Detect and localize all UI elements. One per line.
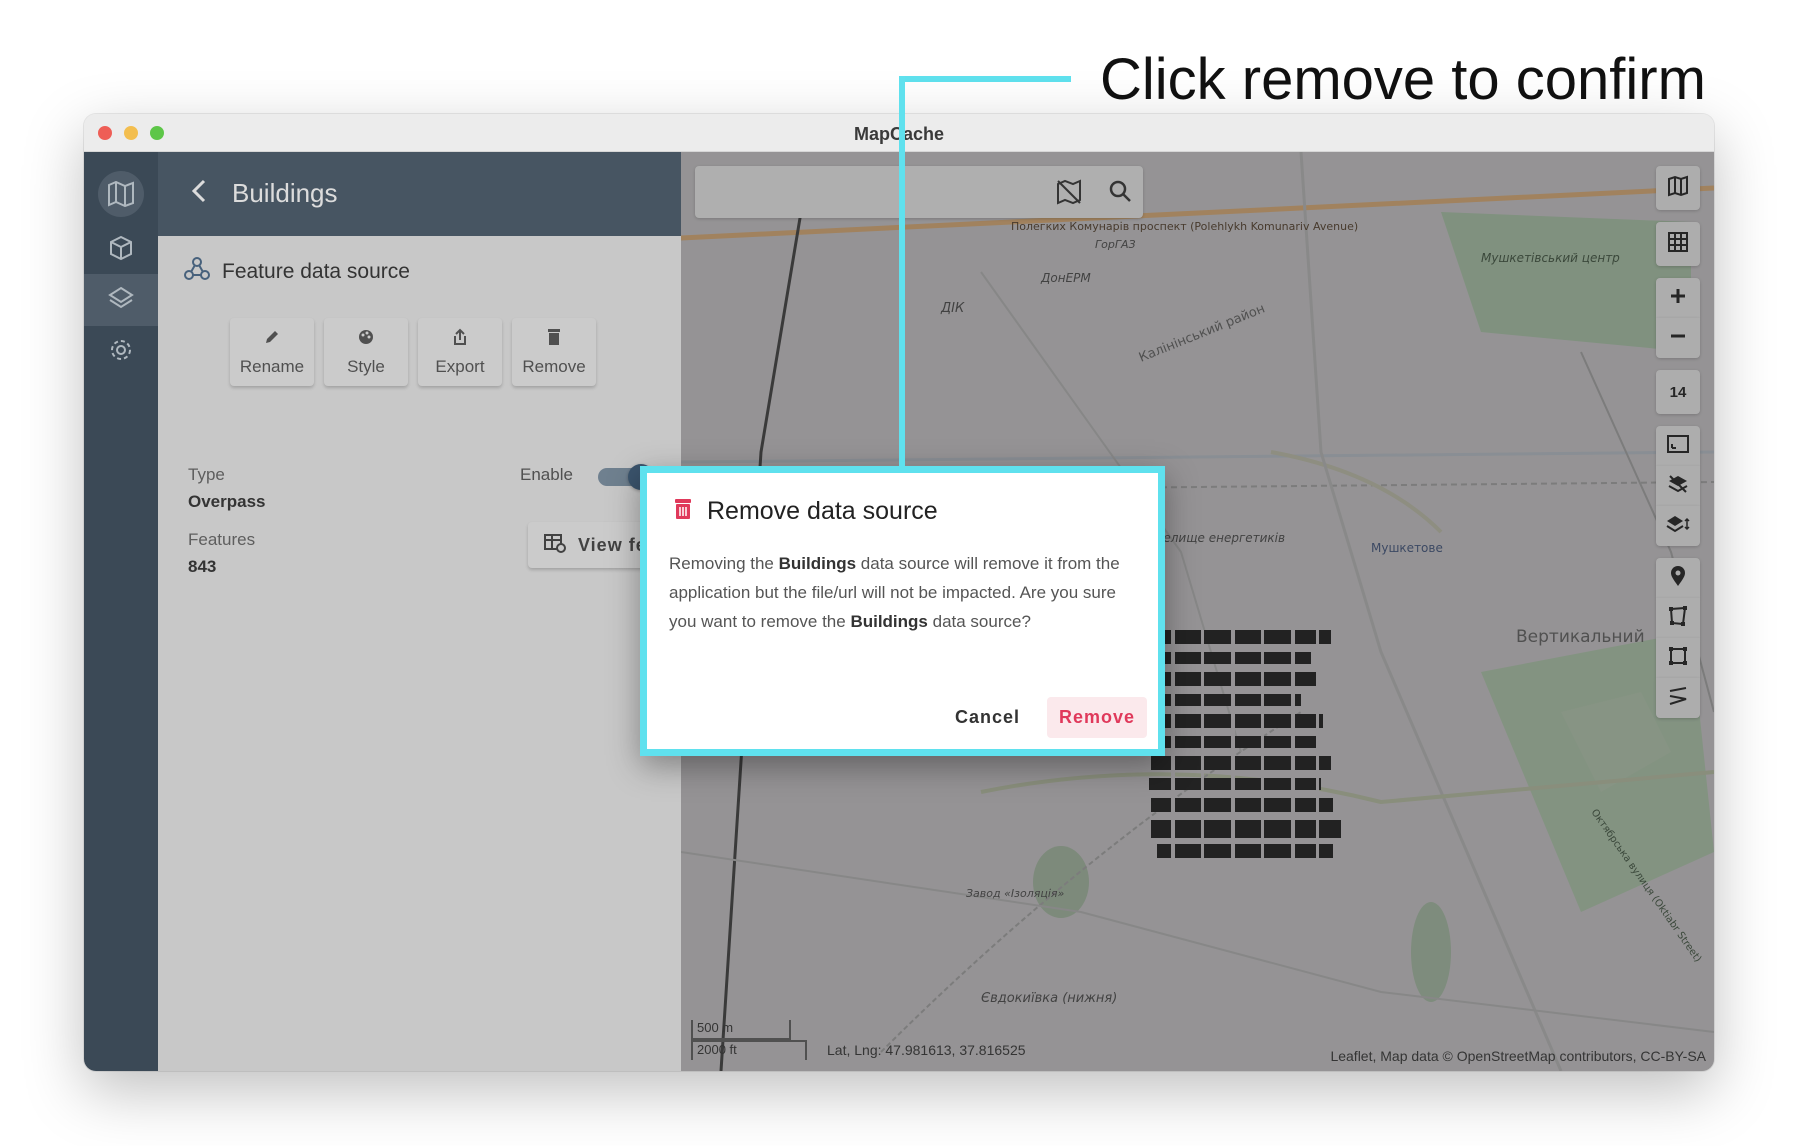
map-attribution[interactable]: Leaflet, Map data © OpenStreetMap contri… (1330, 1048, 1706, 1064)
grid-icon (1667, 231, 1689, 258)
remove-button[interactable]: Remove (512, 318, 596, 386)
dialog-title: Remove data source (707, 497, 938, 525)
type-label: Type (188, 465, 225, 484)
fit-extent-button[interactable] (1656, 426, 1700, 466)
dialog-header: Remove data source (673, 497, 938, 526)
data-source-panel: Buildings Feature data source Rename Sty… (158, 152, 718, 1071)
back-button[interactable] (184, 176, 214, 210)
enable-label: Enable (520, 465, 573, 484)
data-source-type-row: Feature data source (184, 256, 410, 287)
svg-text:ДонЕРМ: ДонЕРМ (1040, 271, 1091, 285)
draw-rectangle-button[interactable] (1656, 638, 1700, 678)
svg-text:Мушкетове: Мушкетове (1371, 541, 1443, 555)
type-value: Overpass (188, 492, 266, 511)
layers-sort-icon (1666, 513, 1690, 540)
export-button[interactable]: Export (418, 318, 502, 386)
data-source-type-label: Feature data source (222, 259, 410, 283)
map-search-bar[interactable] (695, 166, 1143, 218)
svg-text:Євдокиївка (нижня): Євдокиївка (нижня) (981, 991, 1117, 1006)
gear-icon (108, 337, 134, 368)
chevron-left-icon (191, 179, 207, 208)
svg-text:Селище енергетиків: Селище енергетиків (1155, 531, 1285, 545)
rectangle-icon (1667, 645, 1689, 672)
layers-icon (108, 285, 134, 316)
export-icon (451, 328, 469, 351)
extent-icon (1667, 434, 1689, 458)
map-off-icon[interactable] (1055, 178, 1083, 211)
draw-polygon-button[interactable] (1656, 598, 1700, 638)
map-scale: 500 m 2000 ft (691, 1020, 807, 1060)
rail-item-layers[interactable] (84, 274, 158, 326)
trash-icon (546, 328, 562, 351)
layers-off-icon (1667, 473, 1689, 500)
callout-line-vertical (899, 76, 905, 471)
map-icon (1667, 175, 1689, 202)
cancel-button[interactable]: Cancel (945, 699, 1030, 736)
scale-imperial: 2000 ft (691, 1040, 807, 1060)
palette-icon (357, 328, 375, 351)
annotation-caption: Click remove to confirm (1100, 47, 1706, 112)
rail-item-settings[interactable] (84, 326, 158, 378)
draw-point-button[interactable] (1656, 558, 1700, 598)
layer-order-button[interactable] (1656, 506, 1700, 546)
rail-item-projects[interactable] (84, 224, 158, 276)
map-label-street: Полегких Комунарів проспект (Polehlykh K… (1011, 220, 1358, 233)
panel-header: Buildings (158, 152, 681, 236)
zoom-out-button[interactable] (1656, 318, 1700, 358)
polyline-icon (1667, 685, 1689, 712)
svg-text:ДІК: ДІК (940, 301, 965, 316)
confirm-remove-button[interactable]: Remove (1047, 697, 1148, 738)
remove-data-source-dialog: Remove data source Removing the Building… (640, 466, 1165, 756)
grid-button[interactable] (1656, 222, 1700, 266)
draw-line-button[interactable] (1656, 678, 1700, 718)
style-label: Style (347, 356, 385, 376)
zoom-level-value: 14 (1669, 383, 1687, 401)
nav-rail (84, 152, 158, 1071)
remove-label: Remove (522, 356, 586, 376)
action-buttons: Rename Style Export Remove (230, 318, 596, 386)
logo-icon (98, 171, 144, 217)
zoom-in-button[interactable] (1656, 278, 1700, 318)
cursor-coordinates: Lat, Lng: 47.981613, 37.816525 (827, 1042, 1026, 1058)
export-label: Export (435, 356, 485, 376)
svg-text:Завод «Ізоляція»: Завод «Ізоляція» (966, 887, 1065, 900)
app-logo[interactable] (84, 162, 158, 226)
pencil-icon (263, 328, 281, 351)
features-label: Features (188, 530, 256, 549)
hide-layers-button[interactable] (1656, 466, 1700, 506)
panel-title: Buildings (232, 178, 338, 208)
search-icon[interactable] (1107, 178, 1133, 209)
dialog-message: Removing the Buildings data source will … (669, 554, 1120, 631)
svg-text:Мушкетівський центр: Мушкетівський центр (1481, 251, 1620, 265)
style-button[interactable]: Style (324, 318, 408, 386)
features-count: 843 (188, 557, 217, 576)
table-eye-icon (544, 533, 566, 558)
cube-icon (108, 235, 134, 266)
rename-button[interactable]: Rename (230, 318, 314, 386)
trash-icon (673, 498, 693, 525)
basemap-button[interactable] (1656, 166, 1700, 210)
plus-icon (1669, 287, 1687, 310)
feature-source-icon (184, 256, 210, 287)
minus-icon (1669, 327, 1687, 350)
scale-metric: 500 m (691, 1020, 791, 1040)
svg-text:Вертикальний: Вертикальний (1516, 627, 1645, 647)
rename-label: Rename (239, 356, 305, 376)
callout-line (899, 76, 1071, 82)
zoom-level-indicator: 14 (1656, 370, 1700, 414)
svg-text:ГорГАЗ: ГорГАЗ (1095, 238, 1136, 251)
map-marker-icon (1670, 565, 1686, 592)
map-controls: 14 (1656, 166, 1702, 718)
polygon-icon (1667, 605, 1689, 632)
